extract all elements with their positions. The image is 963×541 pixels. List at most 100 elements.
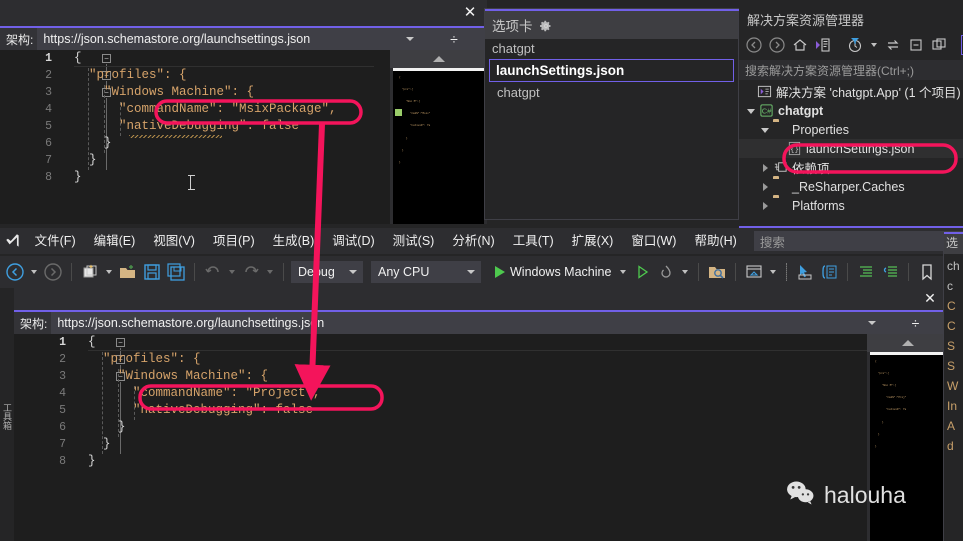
new-project-icon[interactable]: [79, 261, 101, 283]
forward-icon[interactable]: [767, 35, 787, 55]
solution-explorer-title: 解决方案资源管理器: [747, 13, 865, 28]
minimap-scroll-up-button[interactable]: [390, 50, 487, 68]
bookmark-icon[interactable]: [916, 261, 938, 283]
menu-item-extensions[interactable]: 扩展(X): [563, 228, 623, 254]
schema-dropdown[interactable]: https://json.schemastore.org/launchsetti…: [51, 312, 883, 334]
search-solution-explorer-input[interactable]: 搜索解决方案资源管理器(Ctrl+;): [739, 60, 963, 80]
tree-row-dependencies[interactable]: 依赖项: [739, 158, 963, 177]
minimap-bottom[interactable]: { "pro":{ "Win M":{ "cmdN":"Proj" "nativ…: [870, 352, 946, 541]
switch-views-icon[interactable]: [883, 35, 903, 55]
increase-indent-icon[interactable]: [855, 261, 877, 283]
list-item[interactable]: W: [944, 376, 963, 396]
tree-label: Properties: [792, 122, 849, 137]
split-window-button[interactable]: ÷: [883, 312, 948, 334]
navigate-forward-icon[interactable]: [42, 261, 64, 283]
tree-row-resharper-caches[interactable]: _ReSharper.Caches: [739, 177, 963, 196]
menu-item-view[interactable]: 视图(V): [144, 228, 204, 254]
menu-item-tools[interactable]: 工具(T): [504, 228, 563, 254]
chevron-expanded-icon[interactable]: [761, 125, 771, 135]
sync-with-active-document-icon[interactable]: [813, 35, 833, 55]
minimap-top[interactable]: { "pro":{ "Win M":{ "cmdN":"Msix" "nativ…: [393, 68, 484, 224]
list-item[interactable]: S: [944, 336, 963, 356]
chevron-collapsed-icon[interactable]: [761, 201, 771, 211]
menu-item-edit[interactable]: 编辑(E): [85, 228, 145, 254]
line-number: 2: [45, 69, 52, 82]
fold-column-top[interactable]: − − −: [58, 50, 111, 224]
tab-list-item-selected[interactable]: launchSettings.json: [489, 59, 734, 82]
find-in-files-icon[interactable]: [706, 261, 728, 283]
start-without-debugging-icon[interactable]: [631, 261, 653, 283]
menu-item-project[interactable]: 项目(P): [204, 228, 264, 254]
chevron-down-icon[interactable]: [871, 43, 877, 47]
chevron-down-icon: [349, 270, 357, 274]
minimap-scroll-up-button-bottom[interactable]: [867, 334, 948, 352]
structure-icon[interactable]: [818, 261, 840, 283]
menu-item-debug[interactable]: 调试(D): [323, 228, 383, 254]
code-line: "profiles": {: [88, 352, 201, 366]
close-icon[interactable]: ✕: [922, 290, 938, 306]
tree-row-properties[interactable]: Properties: [739, 120, 963, 139]
configuration-dropdown[interactable]: Debug: [291, 261, 363, 283]
chevron-collapsed-icon[interactable]: [761, 182, 771, 192]
floating-editor-top-titlebar: ✕: [0, 0, 487, 26]
open-file-icon[interactable]: [117, 261, 139, 283]
save-icon[interactable]: [141, 261, 163, 283]
chevron-expanded-icon[interactable]: [747, 106, 757, 116]
code-editor-bottom[interactable]: 1 2 3 4 5 6 7 8 − − − {"profiles": {"W…: [14, 334, 867, 541]
split-window-button[interactable]: ÷: [421, 28, 487, 50]
list-item[interactable]: c: [944, 276, 963, 296]
code-line: }: [88, 454, 96, 468]
fold-column-bottom[interactable]: − − −: [72, 334, 125, 541]
menu-item-help[interactable]: 帮助(H): [685, 228, 745, 254]
menu-item-analyze[interactable]: 分析(N): [443, 228, 503, 254]
menu-item-build[interactable]: 生成(B): [264, 228, 324, 254]
menu-item-test[interactable]: 测试(S): [384, 228, 444, 254]
list-item[interactable]: d: [944, 436, 963, 456]
chevron-collapsed-icon[interactable]: [761, 163, 771, 173]
toolbox-vertical-tab[interactable]: 工具箱: [0, 288, 14, 541]
tree-row-solution[interactable]: 解决方案 'chatgpt.App' (1 个项目): [739, 82, 963, 101]
chevron-down-icon[interactable]: [31, 270, 37, 274]
tab-list-item[interactable]: chatgpt: [485, 39, 738, 58]
navigate-backward-icon[interactable]: [4, 261, 26, 283]
save-all-icon[interactable]: [165, 261, 187, 283]
platform-dropdown[interactable]: Any CPU: [371, 261, 481, 283]
list-item[interactable]: In: [944, 396, 963, 416]
tab-list-item[interactable]: chatgpt: [485, 83, 738, 102]
start-debugging-button[interactable]: Windows Machine: [491, 265, 615, 279]
list-item[interactable]: C: [944, 316, 963, 336]
menu-item-file[interactable]: 文件(F): [26, 228, 85, 254]
tree-row-launchsettings[interactable]: {} launchSettings.json: [739, 139, 963, 158]
search-input[interactable]: 搜索: [753, 231, 963, 251]
list-item[interactable]: C: [944, 296, 963, 316]
home-icon[interactable]: [790, 35, 810, 55]
list-item[interactable]: A: [944, 416, 963, 436]
list-item[interactable]: S: [944, 356, 963, 376]
tree-row-platforms[interactable]: Platforms: [739, 196, 963, 215]
hot-reload-icon[interactable]: [655, 261, 677, 283]
tree-row-project[interactable]: C# chatgpt: [739, 101, 963, 120]
schema-label: 架构:: [6, 32, 34, 47]
solution-explorer-icon[interactable]: [743, 261, 765, 283]
close-icon[interactable]: ✕: [461, 4, 479, 22]
code-editor-top[interactable]: 1 2 3 4 5 6 7 8 − − − {"profiles": {"W…: [0, 50, 390, 224]
pointer-select-icon[interactable]: [794, 261, 816, 283]
chevron-down-icon[interactable]: [770, 270, 777, 274]
menu-item-window[interactable]: 窗口(W): [622, 228, 685, 254]
pending-changes-filter-icon[interactable]: [845, 35, 865, 55]
back-icon[interactable]: [744, 35, 764, 55]
tabs-popup: 选项卡 chatgpt launchSettings.json chatgpt: [484, 8, 740, 220]
line-number: 4: [45, 103, 52, 116]
gear-icon[interactable]: [539, 19, 552, 32]
list-item[interactable]: ch: [944, 256, 963, 276]
platform-value: Any CPU: [378, 265, 430, 279]
tree-expander-spacer: [745, 87, 755, 97]
line-number-gutter-bottom: 1 2 3 4 5 6 7 8: [14, 334, 72, 541]
schema-dropdown[interactable]: https://json.schemastore.org/launchsetti…: [37, 28, 421, 50]
collapse-all-icon[interactable]: [906, 35, 926, 55]
decrease-indent-icon[interactable]: [879, 261, 901, 283]
chevron-down-icon[interactable]: [620, 270, 627, 274]
show-all-files-icon[interactable]: [929, 35, 949, 55]
chevron-down-icon[interactable]: [682, 270, 689, 274]
chevron-down-icon[interactable]: [106, 270, 112, 274]
